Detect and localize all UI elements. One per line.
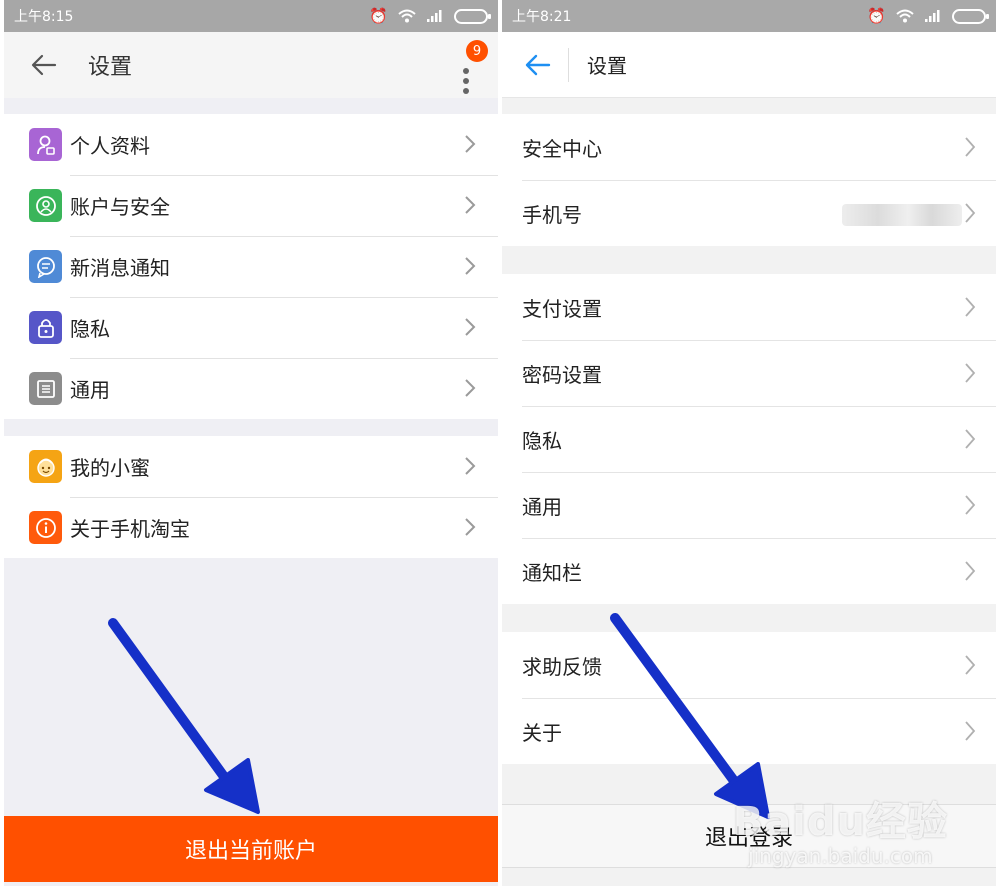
assistant-icon — [29, 450, 62, 483]
settings-item-label: 隐私 — [70, 317, 110, 341]
settings-item-about[interactable]: 关于 — [502, 698, 996, 764]
chevron-right-icon — [465, 457, 476, 475]
settings-item-label: 个人资料 — [70, 134, 150, 158]
settings-item-profile[interactable]: 个人资料 — [4, 114, 498, 175]
lock-icon — [29, 311, 62, 344]
baidu-watermark: Baidu经验 jingyan.baidu.com — [733, 802, 948, 868]
battery-icon — [454, 8, 491, 24]
alarm-icon: ⏰ — [867, 6, 886, 25]
info-icon — [29, 511, 62, 544]
chevron-right-icon — [965, 721, 976, 741]
settings-item-label: 通知栏 — [522, 560, 582, 585]
settings-item-account-security[interactable]: 账户与安全 — [4, 175, 498, 236]
chevron-right-icon — [465, 196, 476, 214]
status-bar: 上午8:15 ⏰ — [4, 0, 498, 32]
settings-item-label: 账户与安全 — [70, 195, 170, 219]
status-time: 上午8:15 — [14, 9, 74, 25]
chevron-right-icon — [965, 429, 976, 449]
right-screenshot: 上午8:21 ⏰ 设置 安全中心 手机号 支付设置 密码设置 隐私 通用 通知栏… — [502, 0, 996, 886]
page-title: 设置 — [88, 55, 133, 80]
settings-item-about[interactable]: 关于手机淘宝 — [4, 497, 498, 558]
settings-item-label: 支付设置 — [522, 296, 602, 321]
wifi-icon — [398, 9, 416, 23]
arrow-left-icon — [525, 54, 551, 75]
settings-item-label: 通用 — [70, 378, 110, 402]
chevron-right-icon — [965, 655, 976, 675]
settings-item-label: 求助反馈 — [522, 654, 602, 679]
status-bar: 上午8:21 ⏰ — [502, 0, 996, 32]
arrow-left-icon — [31, 54, 57, 76]
chevron-right-icon — [465, 379, 476, 397]
account-security-icon — [29, 189, 62, 222]
general-icon — [29, 372, 62, 405]
alarm-icon: ⏰ — [369, 6, 388, 25]
watermark-url: jingyan.baidu.com — [748, 844, 933, 868]
settings-group-main: 个人资料 账户与安全 新消息通知 隐私 通用 — [4, 114, 498, 419]
settings-item-notification-bar[interactable]: 通知栏 — [502, 538, 996, 604]
chevron-right-icon — [965, 363, 976, 383]
chevron-right-icon — [965, 561, 976, 581]
chevron-right-icon — [965, 495, 976, 515]
watermark-title: Baidu经验 — [732, 799, 948, 845]
chevron-right-icon — [965, 297, 976, 317]
settings-group-preferences: 支付设置 密码设置 隐私 通用 通知栏 — [502, 274, 996, 604]
settings-item-security-center[interactable]: 安全中心 — [502, 114, 996, 180]
chevron-right-icon — [465, 318, 476, 336]
left-screenshot: 上午8:15 ⏰ 设置 9 个人资料 账户与安全 新消息通知 隐私 通用 我的小… — [4, 0, 498, 886]
notification-badge: 9 — [466, 40, 488, 62]
page-title: 设置 — [587, 54, 627, 78]
battery-icon — [952, 8, 989, 24]
settings-item-assistant[interactable]: 我的小蜜 — [4, 436, 498, 497]
settings-item-payment[interactable]: 支付设置 — [502, 274, 996, 340]
settings-item-label: 通用 — [522, 494, 562, 519]
settings-item-notifications[interactable]: 新消息通知 — [4, 236, 498, 297]
settings-item-label: 我的小蜜 — [70, 456, 150, 480]
settings-item-label: 关于手机淘宝 — [70, 517, 190, 541]
phone-number-redacted — [842, 204, 962, 226]
chevron-right-icon — [465, 518, 476, 536]
settings-item-label: 隐私 — [522, 428, 562, 453]
message-icon — [29, 250, 62, 283]
settings-item-password[interactable]: 密码设置 — [502, 340, 996, 406]
settings-item-general[interactable]: 通用 — [4, 358, 498, 419]
settings-group-help: 求助反馈 关于 — [502, 632, 996, 764]
signal-icon — [427, 10, 442, 22]
signal-icon — [925, 10, 940, 22]
header: 设置 — [502, 32, 996, 98]
settings-item-feedback[interactable]: 求助反馈 — [502, 632, 996, 698]
wifi-icon — [896, 9, 914, 23]
settings-item-label: 安全中心 — [522, 136, 602, 161]
settings-item-label: 密码设置 — [522, 362, 602, 387]
back-button[interactable] — [520, 47, 556, 83]
settings-item-phone[interactable]: 手机号 — [502, 180, 996, 246]
back-button[interactable] — [26, 47, 62, 83]
settings-item-privacy[interactable]: 隐私 — [502, 406, 996, 472]
settings-item-general[interactable]: 通用 — [502, 472, 996, 538]
status-time: 上午8:21 — [512, 9, 572, 25]
chevron-right-icon — [965, 203, 976, 223]
chevron-right-icon — [465, 135, 476, 153]
header: 设置 9 — [4, 32, 498, 98]
settings-group-security: 安全中心 手机号 — [502, 114, 996, 246]
more-dots-icon — [463, 68, 469, 74]
profile-icon — [29, 128, 62, 161]
settings-item-label: 关于 — [522, 720, 562, 745]
settings-item-privacy[interactable]: 隐私 — [4, 297, 498, 358]
chevron-right-icon — [965, 137, 976, 157]
settings-item-label: 手机号 — [522, 202, 582, 227]
chevron-right-icon — [465, 257, 476, 275]
settings-group-other: 我的小蜜 关于手机淘宝 — [4, 436, 498, 558]
settings-item-label: 新消息通知 — [70, 256, 170, 280]
header-divider — [568, 47, 569, 82]
logout-button[interactable]: 退出当前账户 — [4, 816, 498, 882]
